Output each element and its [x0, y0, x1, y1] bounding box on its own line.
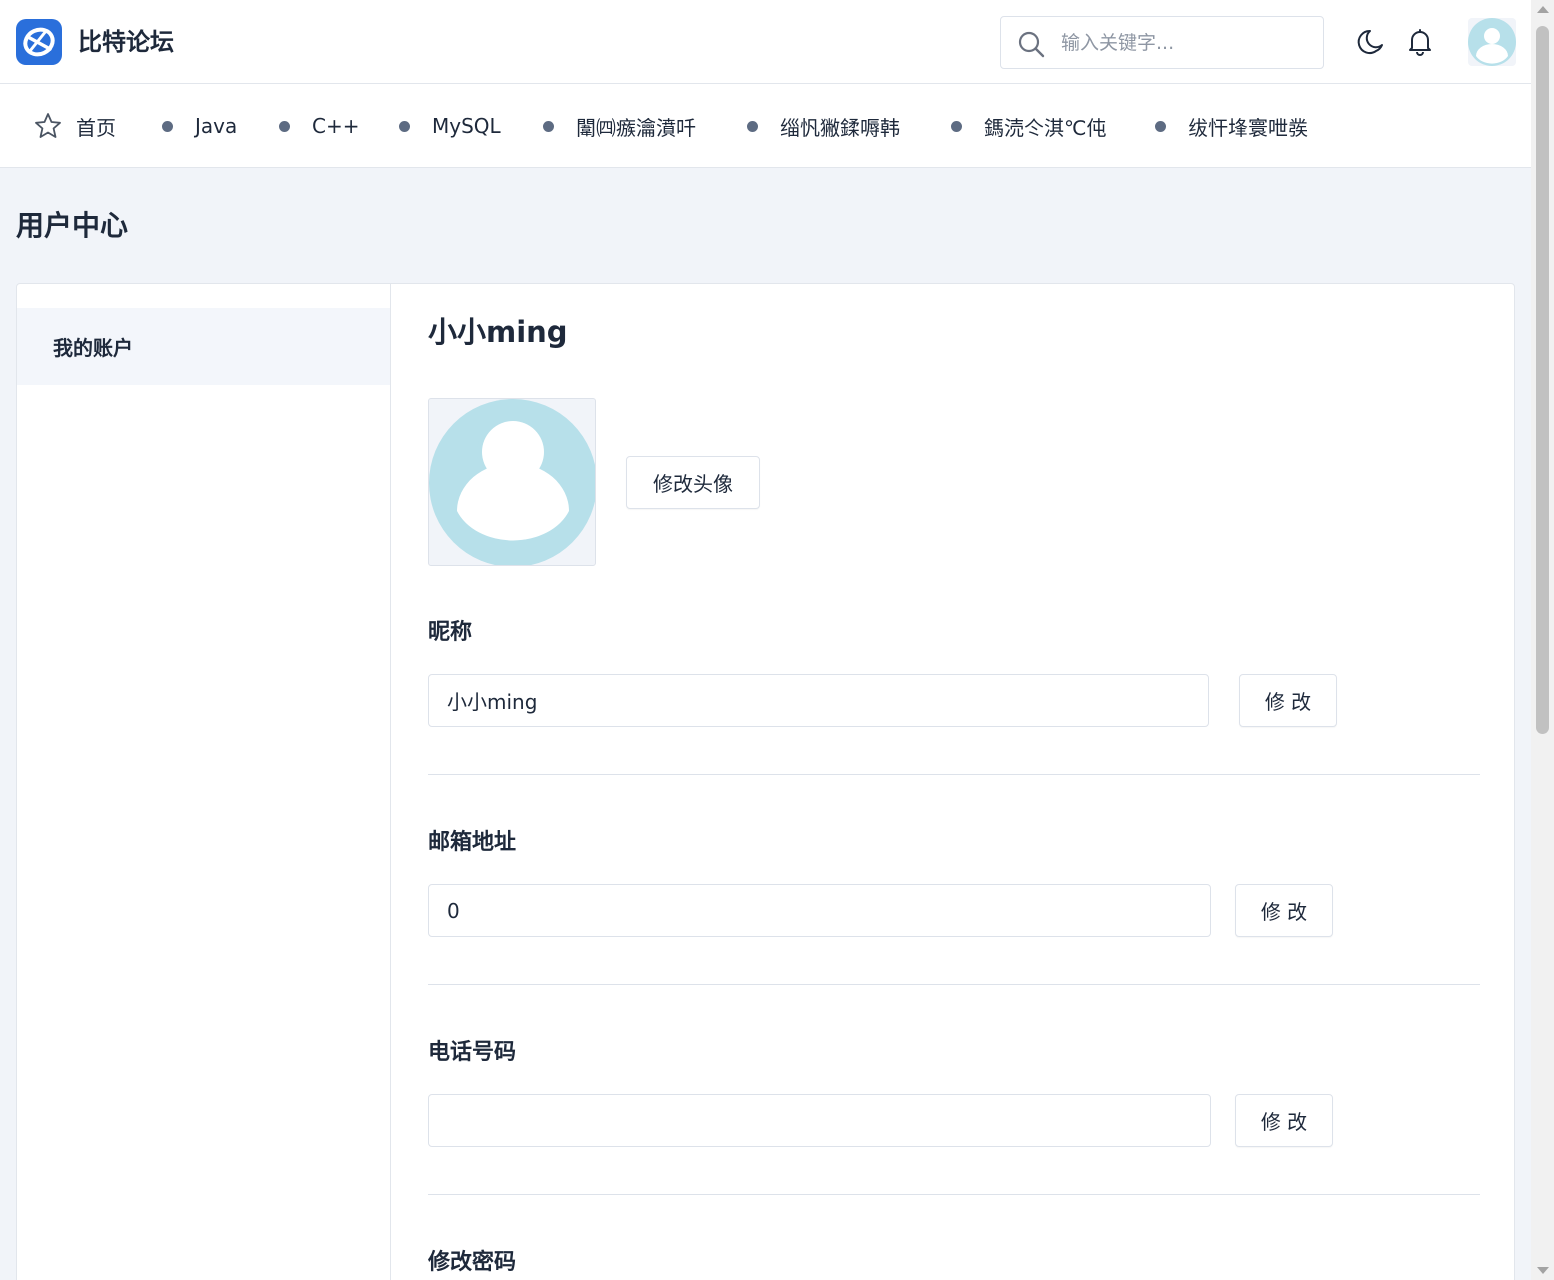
avatar-icon — [1468, 18, 1516, 66]
nav-item-label: 闈㈣瘯瀹濆吀 — [576, 115, 696, 140]
bullet-dot-icon — [951, 120, 962, 132]
bullet-dot-icon — [399, 120, 410, 132]
profile-avatar — [428, 398, 596, 566]
sidebar: 我的账户 — [17, 284, 391, 1280]
email-label: 邮箱地址 — [428, 830, 517, 855]
nav-item-mysql[interactable]: MySQL — [399, 84, 501, 168]
bullet-dot-icon — [162, 120, 173, 132]
category-nav: 首页 Java C++ MySQL 闈㈣瘯瀹濆吀 缁忛獙鍒嗕韩 鎷涜仒淇℃伅 绂… — [0, 84, 1531, 168]
nickname-input[interactable] — [428, 674, 1209, 727]
nav-item-label: 缁忛獙鍒嗕韩 — [780, 115, 900, 140]
avatar-icon — [429, 399, 595, 565]
scroll-down-arrow-icon[interactable] — [1537, 1267, 1549, 1274]
bullet-dot-icon — [747, 120, 758, 132]
section-divider — [428, 1194, 1480, 1195]
top-header: 比特论坛 — [0, 0, 1531, 84]
forum-logo-icon[interactable] — [16, 19, 62, 65]
user-display-name: 小小ming — [428, 315, 568, 349]
nav-item-java[interactable]: Java — [162, 84, 237, 168]
section-divider — [428, 774, 1480, 775]
phone-label: 电话号码 — [428, 1040, 517, 1065]
star-icon — [35, 113, 61, 138]
moon-icon[interactable] — [1356, 27, 1386, 57]
bullet-dot-icon — [543, 120, 554, 132]
nav-item-label: MySQL — [432, 114, 501, 138]
sidebar-item-my-account[interactable]: 我的账户 — [17, 308, 390, 385]
nav-item-category-7[interactable]: 鎷涜仒淇℃伅 — [951, 84, 1106, 168]
section-divider — [428, 984, 1480, 985]
bullet-dot-icon — [1155, 120, 1166, 132]
nickname-label: 昵称 — [428, 620, 473, 645]
scroll-up-arrow-icon[interactable] — [1537, 6, 1549, 13]
nav-item-category-5[interactable]: 闈㈣瘯瀹濆吀 — [543, 84, 696, 168]
page-title: 用户中心 — [16, 209, 129, 242]
edit-nickname-button[interactable]: 修 改 — [1239, 674, 1337, 727]
nav-item-label: 绂忓埄寰呭彂 — [1188, 115, 1308, 140]
nav-item-cpp[interactable]: C++ — [279, 84, 359, 168]
search-icon[interactable] — [1017, 30, 1045, 58]
edit-phone-button[interactable]: 修 改 — [1235, 1094, 1333, 1147]
nav-item-label: 鎷涜仒淇℃伅 — [984, 115, 1107, 140]
search-box[interactable] — [1000, 16, 1324, 69]
scrollbar-thumb[interactable] — [1536, 26, 1549, 734]
email-input[interactable] — [428, 884, 1211, 937]
change-avatar-button[interactable]: 修改头像 — [626, 456, 760, 509]
change-password-label: 修改密码 — [428, 1250, 517, 1275]
nav-item-label: C++ — [312, 114, 360, 138]
account-settings-panel: 小小ming 修改头像 昵称 修 改 邮箱地址 修 改 电话号码 修 改 修改密… — [391, 284, 1514, 1280]
phone-input[interactable] — [428, 1094, 1211, 1147]
nav-item-label: 首页 — [76, 115, 116, 140]
search-input[interactable] — [1061, 27, 1311, 59]
user-center-card: 我的账户 小小ming 修改头像 昵称 修 改 邮箱地址 修 改 电话号码 修 … — [16, 283, 1515, 1280]
nav-item-category-8[interactable]: 绂忓埄寰呭彂 — [1155, 84, 1308, 168]
brand-name[interactable]: 比特论坛 — [78, 27, 174, 57]
bell-icon[interactable] — [1405, 27, 1435, 57]
nav-item-label: Java — [195, 114, 238, 138]
nav-item-home[interactable]: 首页 — [34, 84, 116, 168]
page-scrollbar[interactable] — [1531, 0, 1554, 1280]
user-avatar[interactable] — [1468, 18, 1516, 66]
nav-item-category-6[interactable]: 缁忛獙鍒嗕韩 — [747, 84, 900, 168]
bullet-dot-icon — [279, 120, 290, 132]
edit-email-button[interactable]: 修 改 — [1235, 884, 1333, 937]
